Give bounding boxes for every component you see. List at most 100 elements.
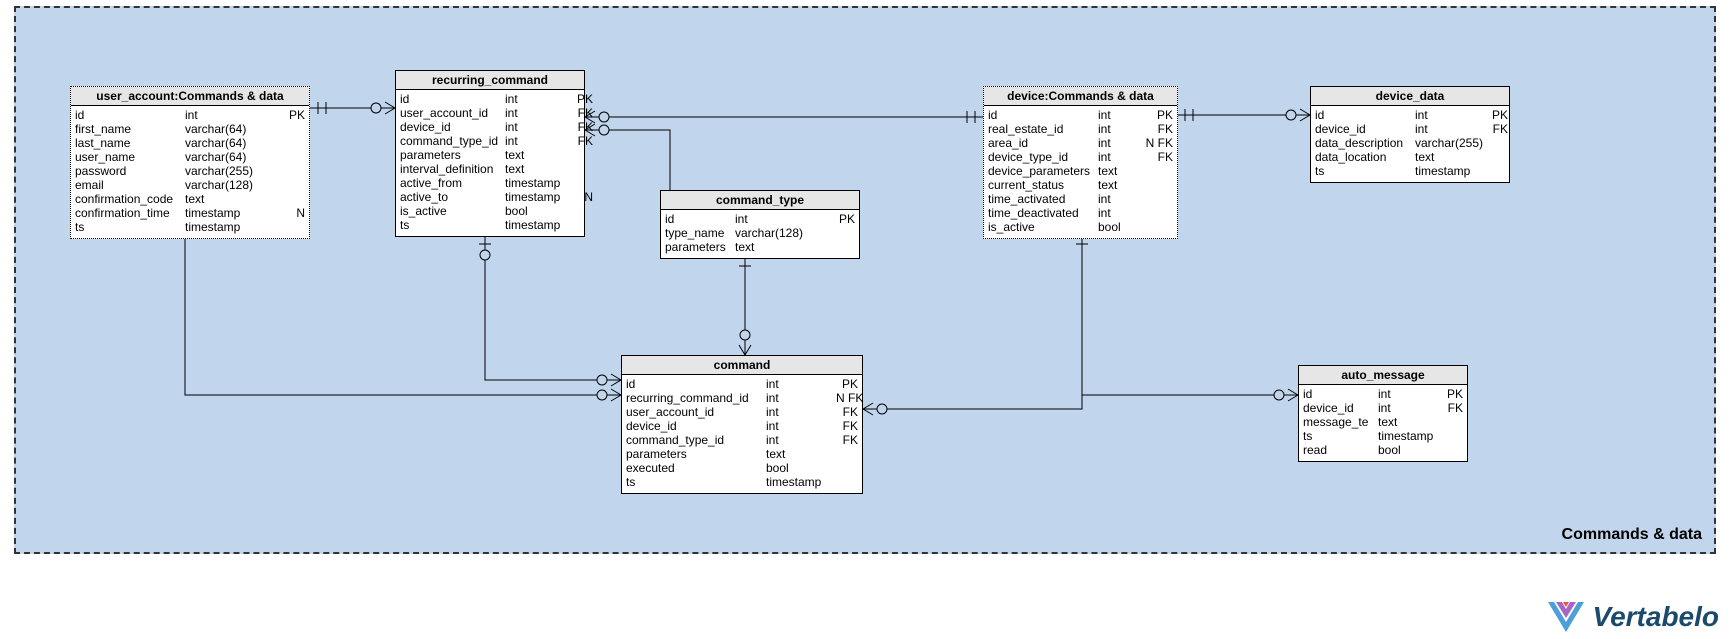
- column-row: data_descriptionvarchar(255): [1315, 136, 1505, 150]
- entity-command-type[interactable]: command_typeidintPKtype_namevarchar(128)…: [660, 190, 860, 259]
- column-name: first_name: [75, 122, 185, 136]
- column-type: text: [1098, 164, 1133, 178]
- column-type: text: [505, 162, 575, 176]
- column-name: device_parameters: [988, 164, 1098, 178]
- entity-title: command_type: [661, 191, 859, 210]
- column-key: [575, 162, 593, 176]
- area-label: Commands & data: [1562, 526, 1702, 544]
- column-row: real_estate_idintFK: [988, 122, 1173, 136]
- column-row: command_type_idintFK: [626, 433, 858, 447]
- column-name: recurring_command_id: [626, 391, 766, 405]
- column-key: PK: [1133, 108, 1173, 122]
- column-name: type_name: [665, 226, 735, 240]
- column-name: is_active: [400, 204, 505, 218]
- column-type: timestamp: [766, 475, 836, 489]
- column-row: idintPK: [988, 108, 1173, 122]
- column-row: tstimestamp: [626, 475, 858, 489]
- vertabelo-logo-icon: [1548, 602, 1584, 632]
- column-key: [270, 192, 305, 206]
- entity-body: idintPKtype_namevarchar(128)parameterste…: [661, 210, 859, 258]
- entity-body: idintPKrecurring_command_idintN FKuser_a…: [622, 375, 862, 493]
- column-key: FK: [575, 134, 593, 148]
- column-row: active_fromtimestamp: [400, 176, 580, 190]
- column-row: current_statustext: [988, 178, 1173, 192]
- column-name: email: [75, 178, 185, 192]
- entity-title: auto_message: [1299, 366, 1467, 385]
- column-name: command_type_id: [626, 433, 766, 447]
- column-name: real_estate_id: [988, 122, 1098, 136]
- column-row: tstimestamp: [1315, 164, 1505, 178]
- column-key: FK: [836, 433, 858, 447]
- column-key: FK: [1133, 150, 1173, 164]
- column-type: int: [505, 92, 575, 106]
- column-type: timestamp: [185, 220, 270, 234]
- column-row: idintPK: [400, 92, 580, 106]
- column-key: [1490, 150, 1508, 164]
- column-name: device_id: [400, 120, 505, 134]
- column-key: [1133, 220, 1173, 234]
- column-row: device_idintFK: [400, 120, 580, 134]
- column-name: id: [1303, 387, 1378, 401]
- column-key: N FK: [836, 391, 858, 405]
- column-name: parameters: [400, 148, 505, 162]
- column-key: [1133, 178, 1173, 192]
- column-name: id: [75, 108, 185, 122]
- entity-auto-message[interactable]: auto_messageidintPKdevice_idintFKmessage…: [1298, 365, 1468, 462]
- column-key: FK: [575, 120, 593, 134]
- entity-device[interactable]: device:Commands & data idintPKreal_estate…: [983, 86, 1178, 239]
- entity-device-data[interactable]: device_dataidintPKdevice_idintFKdata_des…: [1310, 86, 1510, 183]
- column-type: timestamp: [505, 218, 575, 232]
- column-type: varchar(128): [735, 226, 825, 240]
- column-row: device_idintFK: [1303, 401, 1463, 415]
- column-type: text: [735, 240, 825, 254]
- column-key: [1443, 415, 1463, 429]
- column-name: user_account_id: [400, 106, 505, 120]
- entity-recurring-command[interactable]: recurring_commandidintPKuser_account_idi…: [395, 70, 585, 237]
- entity-body: idintPKuser_account_idintFKdevice_idintF…: [396, 90, 584, 236]
- column-name: parameters: [665, 240, 735, 254]
- column-row: idintPK: [75, 108, 305, 122]
- column-name: time_activated: [988, 192, 1098, 206]
- column-row: parameterstext: [665, 240, 855, 254]
- column-name: confirmation_code: [75, 192, 185, 206]
- column-key: [270, 150, 305, 164]
- column-key: [836, 447, 858, 461]
- column-name: confirmation_time: [75, 206, 185, 220]
- entity-title: recurring_command: [396, 71, 584, 90]
- entity-body: idintPKdevice_idintFKmessage_tetexttstim…: [1299, 385, 1467, 461]
- column-name: time_deactivated: [988, 206, 1098, 220]
- column-key: [270, 164, 305, 178]
- column-name: active_from: [400, 176, 505, 190]
- column-name: ts: [626, 475, 766, 489]
- column-row: first_namevarchar(64): [75, 122, 305, 136]
- entity-title: device:Commands & data: [984, 87, 1177, 106]
- column-row: user_account_idintFK: [400, 106, 580, 120]
- column-type: timestamp: [505, 190, 575, 204]
- column-key: [1133, 192, 1173, 206]
- column-key: PK: [1490, 108, 1508, 122]
- entity-command[interactable]: commandidintPKrecurring_command_idintN F…: [621, 355, 863, 494]
- column-key: [825, 240, 855, 254]
- column-name: id: [665, 212, 735, 226]
- column-type: int: [1378, 387, 1443, 401]
- column-row: time_deactivatedint: [988, 206, 1173, 220]
- column-name: ts: [1315, 164, 1415, 178]
- column-type: int: [766, 377, 836, 391]
- column-name: device_type_id: [988, 150, 1098, 164]
- column-key: [1133, 164, 1173, 178]
- column-name: command_type_id: [400, 134, 505, 148]
- column-row: device_idintFK: [626, 419, 858, 433]
- column-type: int: [1415, 122, 1490, 136]
- column-row: idintPK: [665, 212, 855, 226]
- diagram-canvas: Commands & data: [0, 0, 1731, 639]
- column-type: int: [1098, 206, 1133, 220]
- column-row: idintPK: [1315, 108, 1505, 122]
- column-row: time_activatedint: [988, 192, 1173, 206]
- column-key: [270, 122, 305, 136]
- column-key: [836, 461, 858, 475]
- column-name: area_id: [988, 136, 1098, 150]
- column-name: data_location: [1315, 150, 1415, 164]
- column-name: id: [400, 92, 505, 106]
- entity-user-account[interactable]: user_account:Commands & dataidintPKfirst…: [70, 86, 310, 239]
- column-name: data_description: [1315, 136, 1415, 150]
